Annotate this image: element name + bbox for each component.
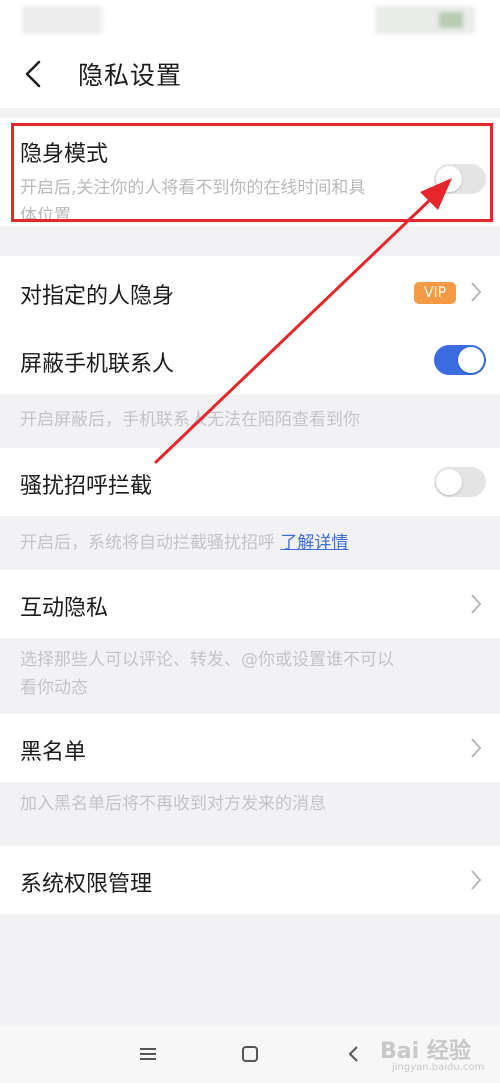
annotation-arrow [154,178,452,464]
back-nav-icon[interactable] [342,1043,366,1065]
menu-icon[interactable] [136,1043,160,1065]
watermark-logo: Bai 经验 [380,1039,471,1064]
watermark-url: jingyan.baidu.com [392,1062,485,1073]
home-icon[interactable] [238,1043,262,1065]
